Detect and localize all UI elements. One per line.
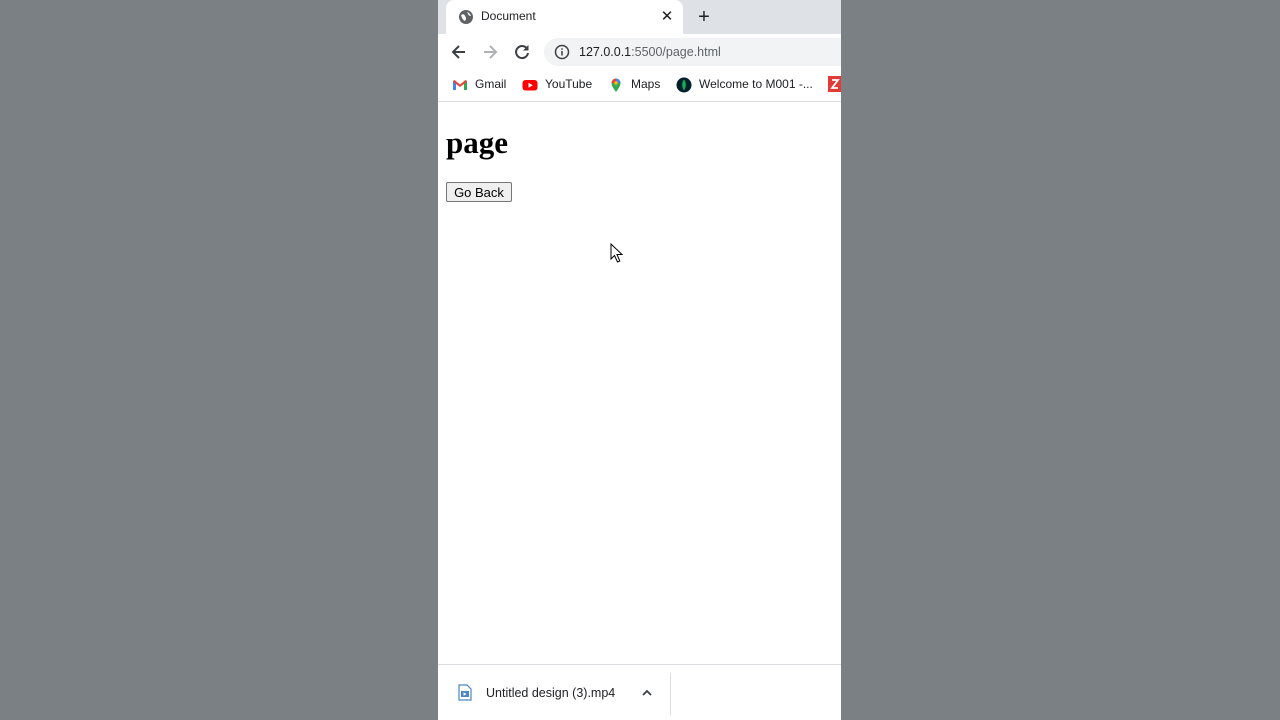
tab-title: Document	[481, 9, 536, 23]
new-tab-icon[interactable]: +	[692, 6, 716, 28]
gmail-icon	[453, 80, 467, 90]
url-host: 127.0.0.1	[579, 45, 632, 59]
reload-icon[interactable]	[511, 41, 533, 63]
url-path: :5500/page.html	[631, 45, 721, 59]
tab-close-icon[interactable]: ✕	[659, 9, 675, 25]
address-bar[interactable]: 127.0.0.1:5500/page.html	[544, 38, 841, 66]
back-arrow-icon[interactable]	[448, 41, 470, 63]
bookmark-label: YouTube	[545, 77, 593, 91]
browser-window: Document ✕ + 127.0.0.1:5500/page.html Gm…	[438, 0, 841, 720]
video-file-icon[interactable]	[458, 684, 472, 701]
bookmark-label: Maps	[631, 77, 661, 91]
download-filename[interactable]: Untitled design (3).mp4	[486, 686, 615, 700]
info-icon[interactable]	[554, 44, 570, 60]
youtube-icon	[522, 80, 538, 91]
globe-icon	[459, 10, 473, 24]
maps-icon	[611, 78, 621, 92]
tab-strip: Document ✕ +	[438, 0, 841, 34]
bookmark-zeta-icon[interactable]	[828, 76, 841, 92]
go-back-button[interactable]: Go Back	[446, 182, 512, 202]
bookmark-label: Welcome to M001 -...	[699, 77, 813, 91]
bookmarks-bar: Gmail YouTube Maps Welcome to M001 -...	[438, 70, 841, 102]
shelf-divider	[670, 673, 671, 715]
bookmark-label: Gmail	[475, 77, 507, 91]
page-content: page Go Back	[438, 102, 841, 664]
forward-arrow-icon[interactable]	[479, 41, 501, 63]
page-heading: page	[446, 125, 508, 160]
tab-document[interactable]: Document ✕	[446, 0, 683, 34]
mongodb-icon	[676, 77, 692, 93]
toolbar: 127.0.0.1:5500/page.html	[438, 34, 841, 70]
url-text: 127.0.0.1:5500/page.html	[579, 45, 721, 59]
mouse-cursor-icon	[610, 243, 624, 263]
download-shelf: Untitled design (3).mp4	[438, 664, 841, 720]
chevron-up-icon[interactable]	[640, 686, 654, 700]
